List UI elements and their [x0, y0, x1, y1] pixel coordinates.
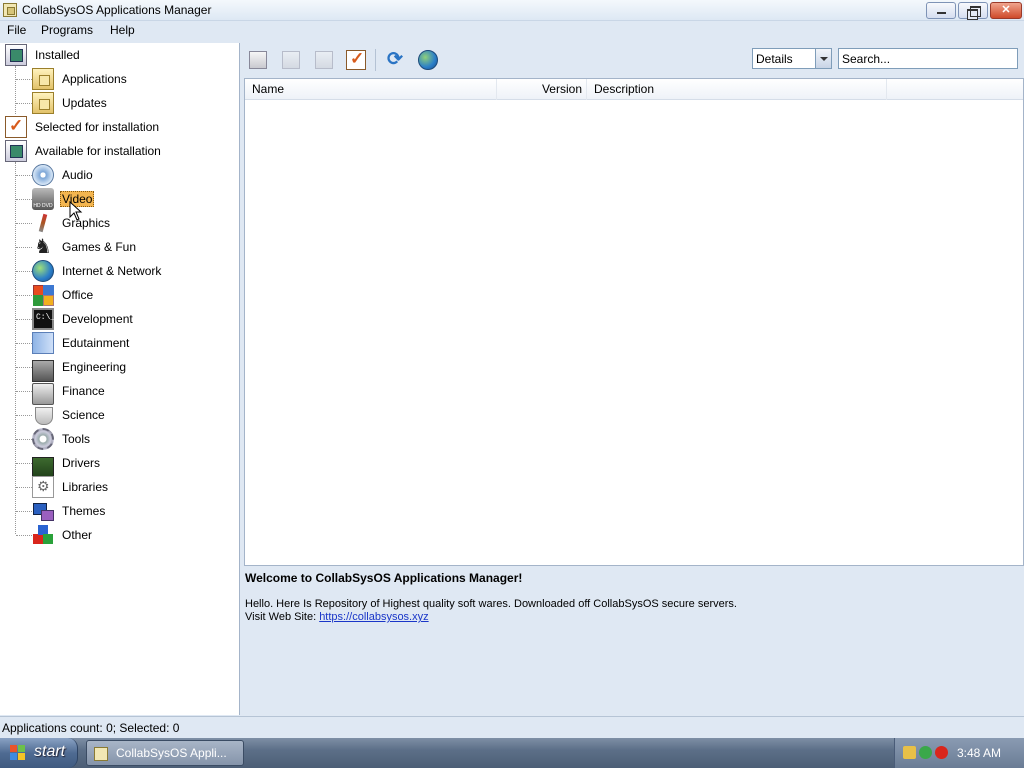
mouse-cursor [69, 200, 83, 224]
tree-node-games-fun[interactable]: Games & Fun [32, 234, 138, 259]
checkmark-icon [5, 116, 27, 138]
library-gear-icon [32, 476, 54, 498]
welcome-heading: Welcome to CollabSysOS Applications Mana… [245, 571, 523, 585]
network-tray-icon[interactable] [919, 746, 932, 759]
install-button[interactable] [245, 47, 271, 73]
tree-node-office[interactable]: Office [32, 284, 95, 306]
flask-icon [32, 404, 54, 426]
column-description[interactable]: Description [587, 79, 887, 100]
window-title: CollabSysOS Applications Manager [22, 3, 212, 17]
tree-node-science[interactable]: Science [32, 404, 107, 426]
tree-node-audio[interactable]: Audio [32, 164, 95, 186]
clock: 3:48 AM [957, 746, 1002, 760]
minimize-button[interactable] [926, 2, 956, 19]
title-bar: CollabSysOS Applications Manager [0, 0, 1024, 21]
checklist-icon [346, 49, 366, 70]
tree-node-installed[interactable]: Installed [5, 44, 82, 66]
visit-label: Visit Web Site: [245, 611, 320, 623]
selected-list-button[interactable] [343, 47, 369, 73]
chevron-down-icon[interactable] [815, 49, 831, 68]
applications-list[interactable]: Name Version Description [244, 78, 1024, 566]
tree-node-applications[interactable]: Applications [32, 68, 129, 90]
info-panel: Welcome to CollabSysOS Applications Mana… [244, 566, 1024, 714]
info-description: Hello. Here Is Repository of Highest qua… [245, 598, 737, 610]
view-mode-select[interactable]: Details [752, 48, 832, 69]
tree-node-themes[interactable]: Themes [32, 500, 107, 522]
themes-icon [32, 500, 54, 522]
tree-node-video[interactable]: Video [32, 188, 95, 210]
console-icon [32, 308, 55, 330]
copy-icon [315, 51, 333, 69]
book-icon [32, 332, 54, 354]
tree-node-tools[interactable]: Tools [32, 428, 92, 450]
category-tree: Installed Applications Updates Selected … [0, 43, 240, 715]
column-name[interactable]: Name [245, 79, 497, 100]
taskbar-app-button[interactable]: CollabSysOS Appli... [86, 740, 244, 766]
chess-knight-icon [32, 234, 54, 259]
globe-checklist-icon [418, 50, 438, 70]
tree-node-engineering[interactable]: Engineering [32, 356, 128, 382]
package-icon [5, 140, 27, 162]
tools-tray-icon[interactable] [903, 746, 916, 759]
gear-icon [32, 428, 54, 450]
refresh-button[interactable]: ⟳ [383, 47, 409, 73]
tree-node-updates[interactable]: Updates [32, 92, 109, 114]
toolbar: ⟳ Details [241, 43, 1024, 77]
status-text: Applications count: 0; Selected: 0 [2, 721, 180, 735]
audio-disc-icon [32, 164, 54, 186]
office-squares-icon [32, 284, 54, 306]
system-tray: 3:48 AM [894, 738, 1024, 768]
menu-help[interactable]: Help [110, 23, 135, 37]
tree-node-edutainment[interactable]: Edutainment [32, 332, 131, 354]
cash-register-icon [32, 383, 54, 405]
install-package-icon [249, 51, 267, 69]
tree-node-selected[interactable]: Selected for installation [5, 116, 161, 138]
tree-node-development[interactable]: Development [32, 308, 135, 330]
menu-bar: File Programs Help [0, 21, 1024, 41]
blocks-icon [32, 524, 54, 546]
menu-programs[interactable]: Programs [41, 23, 93, 37]
menu-file[interactable]: File [7, 23, 26, 37]
tree-node-internet-network[interactable]: Internet & Network [32, 260, 163, 282]
copy-button[interactable] [311, 47, 337, 73]
computer-icon [32, 360, 54, 382]
start-button[interactable]: start [0, 738, 78, 768]
restore-button[interactable] [958, 2, 988, 20]
app-icon [3, 3, 17, 17]
globe-icon [32, 260, 54, 282]
website-link[interactable]: https://collabsysos.xyz [319, 611, 428, 623]
tree-node-available[interactable]: Available for installation [5, 140, 163, 162]
search-input[interactable] [838, 48, 1018, 69]
remove-package-icon [282, 51, 300, 69]
refresh-icon: ⟳ [387, 49, 403, 70]
package-icon [5, 44, 27, 66]
tree-node-other[interactable]: Other [32, 524, 94, 546]
close-button[interactable] [990, 2, 1022, 19]
tree-node-finance[interactable]: Finance [32, 380, 107, 405]
taskbar: start CollabSysOS Appli... 3:48 AM [0, 738, 1024, 768]
status-bar: Applications count: 0; Selected: 0 [0, 716, 1024, 738]
security-alert-icon[interactable] [935, 746, 948, 759]
windows-logo-icon [10, 745, 26, 761]
paintbrush-icon [32, 212, 54, 234]
tree-node-drivers[interactable]: Drivers [32, 452, 102, 479]
tree-node-libraries[interactable]: Libraries [32, 476, 110, 498]
applications-folder-icon [32, 68, 54, 90]
updates-folder-icon [32, 92, 54, 114]
app-icon [94, 747, 108, 761]
update-repositories-button[interactable] [415, 47, 441, 73]
hd-dvd-icon [32, 188, 54, 210]
remove-button[interactable] [278, 47, 304, 73]
column-version[interactable]: Version [497, 79, 587, 100]
list-header: Name Version Description [245, 79, 1023, 100]
info-visit-line: Visit Web Site: https://collabsysos.xyz [245, 611, 429, 623]
